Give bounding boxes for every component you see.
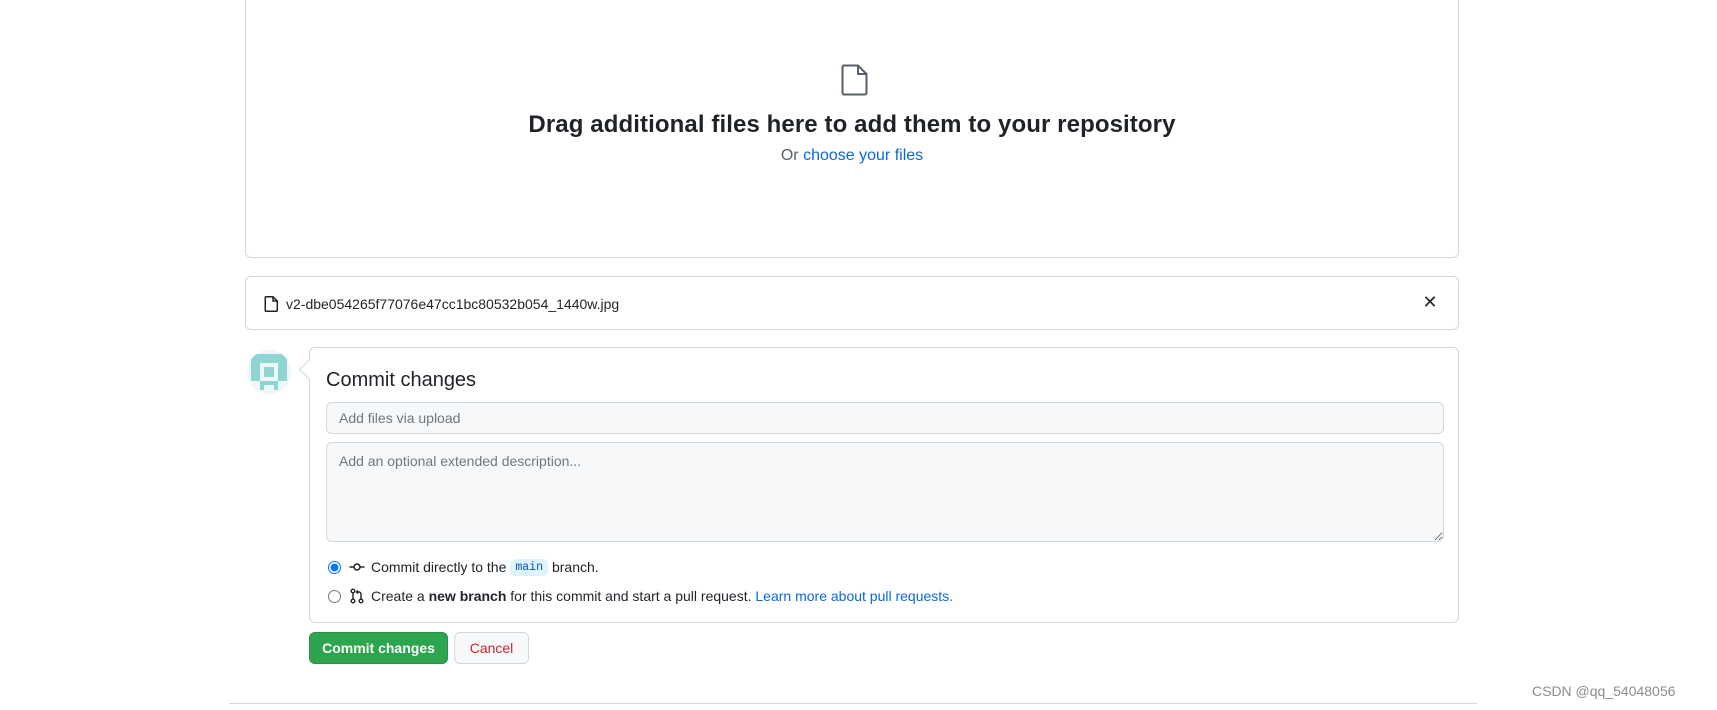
commit-direct-option[interactable]: Commit directly to the main branch. [328, 557, 599, 577]
avatar [247, 350, 291, 394]
cancel-button[interactable]: Cancel [454, 632, 529, 664]
commit-title: Commit changes [326, 369, 477, 391]
new-branch-radio[interactable] [328, 589, 341, 603]
new-branch-prefix: Create a [371, 588, 425, 604]
dropzone-title: Drag additional files here to add them t… [528, 111, 1176, 138]
commit-direct-radio[interactable] [328, 560, 341, 574]
file-icon [264, 296, 278, 312]
uploaded-file-name: v2-dbe054265f77076e47cc1bc80532b054_1440… [286, 296, 620, 312]
watermark: CSDN @qq_54048056 [1532, 683, 1676, 699]
dropzone-subtitle-prefix: Or [780, 147, 799, 164]
choose-files-link[interactable]: choose your files [803, 147, 923, 164]
uploaded-file-row: v2-dbe054265f77076e47cc1bc80532b054_1440… [245, 276, 1459, 330]
new-branch-bold: new branch [428, 588, 507, 604]
file-icon [841, 64, 868, 96]
identicon [247, 350, 291, 394]
commit-summary-input[interactable] [326, 402, 1444, 434]
commit-direct-prefix: Commit directly to the [371, 559, 507, 575]
new-branch-option[interactable]: Create a new branch for this commit and … [328, 586, 953, 606]
git-commit-icon [349, 563, 365, 571]
commit-form: Commit changes Commit directly to the ma… [298, 347, 1459, 623]
commit-description-input[interactable] [326, 442, 1444, 542]
divider [229, 703, 1477, 704]
commit-direct-suffix: branch. [551, 559, 599, 575]
dropzone-subtitle: Or choose your files [246, 147, 1458, 165]
branch-name-badge: main [510, 558, 548, 576]
speech-caret [298, 358, 321, 381]
new-branch-middle: for this commit and start a pull request… [510, 588, 752, 604]
commit-changes-button[interactable]: Commit changes [309, 632, 448, 664]
file-dropzone[interactable]: Drag additional files here to add them t… [245, 0, 1459, 258]
learn-more-pull-requests-link[interactable]: Learn more about pull requests. [755, 588, 953, 604]
remove-file-close-icon[interactable]: ✕ [1420, 291, 1440, 313]
git-pull-request-icon [350, 588, 364, 604]
